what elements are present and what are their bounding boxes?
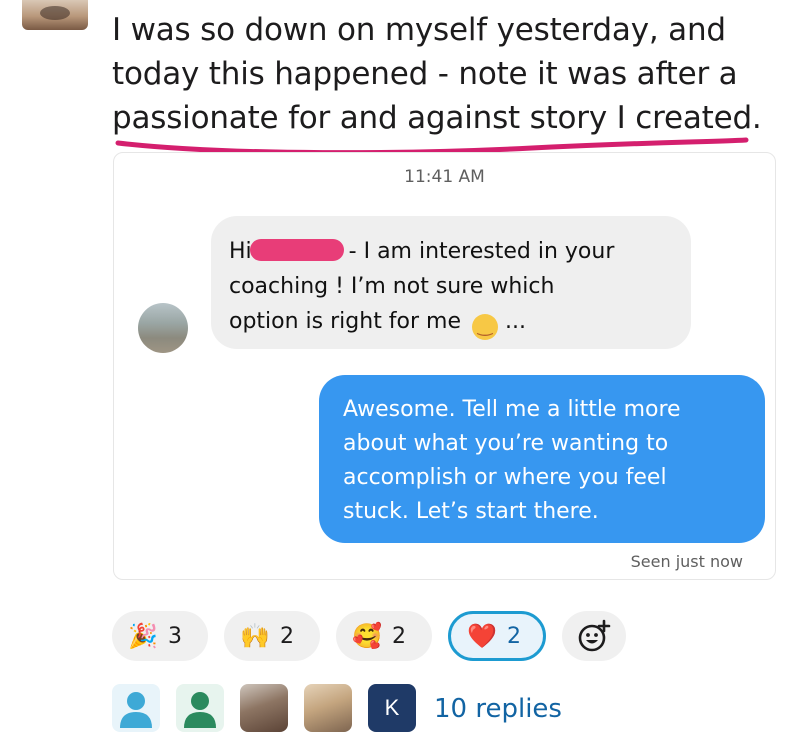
- outgoing-line: stuck. Let’s start there.: [343, 499, 599, 524]
- reply-avatar-photo[interactable]: [240, 684, 288, 732]
- reaction-red-heart[interactable]: ❤️ 2: [448, 611, 546, 661]
- reaction-count: 2: [392, 623, 406, 649]
- reaction-smiling-hearts[interactable]: 🥰 2: [336, 611, 432, 661]
- smiling-face-with-hearts-icon: 🥰: [352, 622, 382, 650]
- add-reaction-button[interactable]: [562, 611, 626, 661]
- poster-avatar[interactable]: [22, 0, 88, 30]
- red-heart-icon: ❤️: [467, 622, 497, 650]
- incoming-line-2: coaching ! I’m not sure which: [229, 274, 555, 299]
- reply-avatar-initial[interactable]: K: [368, 684, 416, 732]
- seen-status: Seen just now: [630, 552, 743, 571]
- reaction-count: 2: [507, 623, 521, 649]
- sender-avatar: [138, 303, 188, 353]
- post-message: I was so down on myself yesterday, and t…: [112, 8, 772, 140]
- smiling-face-icon: ‿: [472, 314, 499, 340]
- user-placeholder-icon: [184, 692, 216, 728]
- reaction-count: 3: [168, 623, 182, 649]
- reply-avatar[interactable]: [176, 684, 224, 732]
- user-placeholder-icon: [120, 692, 152, 728]
- dm-timestamp: 11:41 AM: [404, 167, 485, 187]
- incoming-line-1: Hi - I am interested in your: [229, 239, 615, 264]
- reaction-party-popper[interactable]: 🎉 3: [112, 611, 208, 661]
- reply-avatar-photo[interactable]: [304, 684, 352, 732]
- reply-avatar[interactable]: [112, 684, 160, 732]
- outgoing-line: Awesome. Tell me a little more: [343, 397, 681, 422]
- outgoing-message-bubble: Awesome. Tell me a little more about wha…: [319, 375, 765, 543]
- outgoing-line: about what you’re wanting to: [343, 431, 669, 456]
- replies-link[interactable]: 10 replies: [434, 694, 562, 724]
- incoming-line-3: option is right for me ‿ ...: [229, 304, 673, 340]
- party-popper-icon: 🎉: [128, 622, 158, 650]
- redaction-mark: [249, 239, 344, 261]
- outgoing-line: accomplish or where you feel: [343, 465, 667, 490]
- reaction-count: 2: [280, 623, 294, 649]
- reaction-raising-hands[interactable]: 🙌 2: [224, 611, 320, 661]
- post-line: I was so down on myself yesterday, and: [112, 12, 726, 48]
- incoming-message-bubble: Hi - I am interested in your coaching ! …: [211, 216, 691, 349]
- dm-screenshot-card: 11:41 AM Hi - I am interested in your co…: [113, 152, 776, 580]
- raising-hands-icon: 🙌: [240, 622, 270, 650]
- post-line: today this happened - note it was after …: [112, 56, 738, 92]
- add-emoji-icon: [578, 619, 611, 652]
